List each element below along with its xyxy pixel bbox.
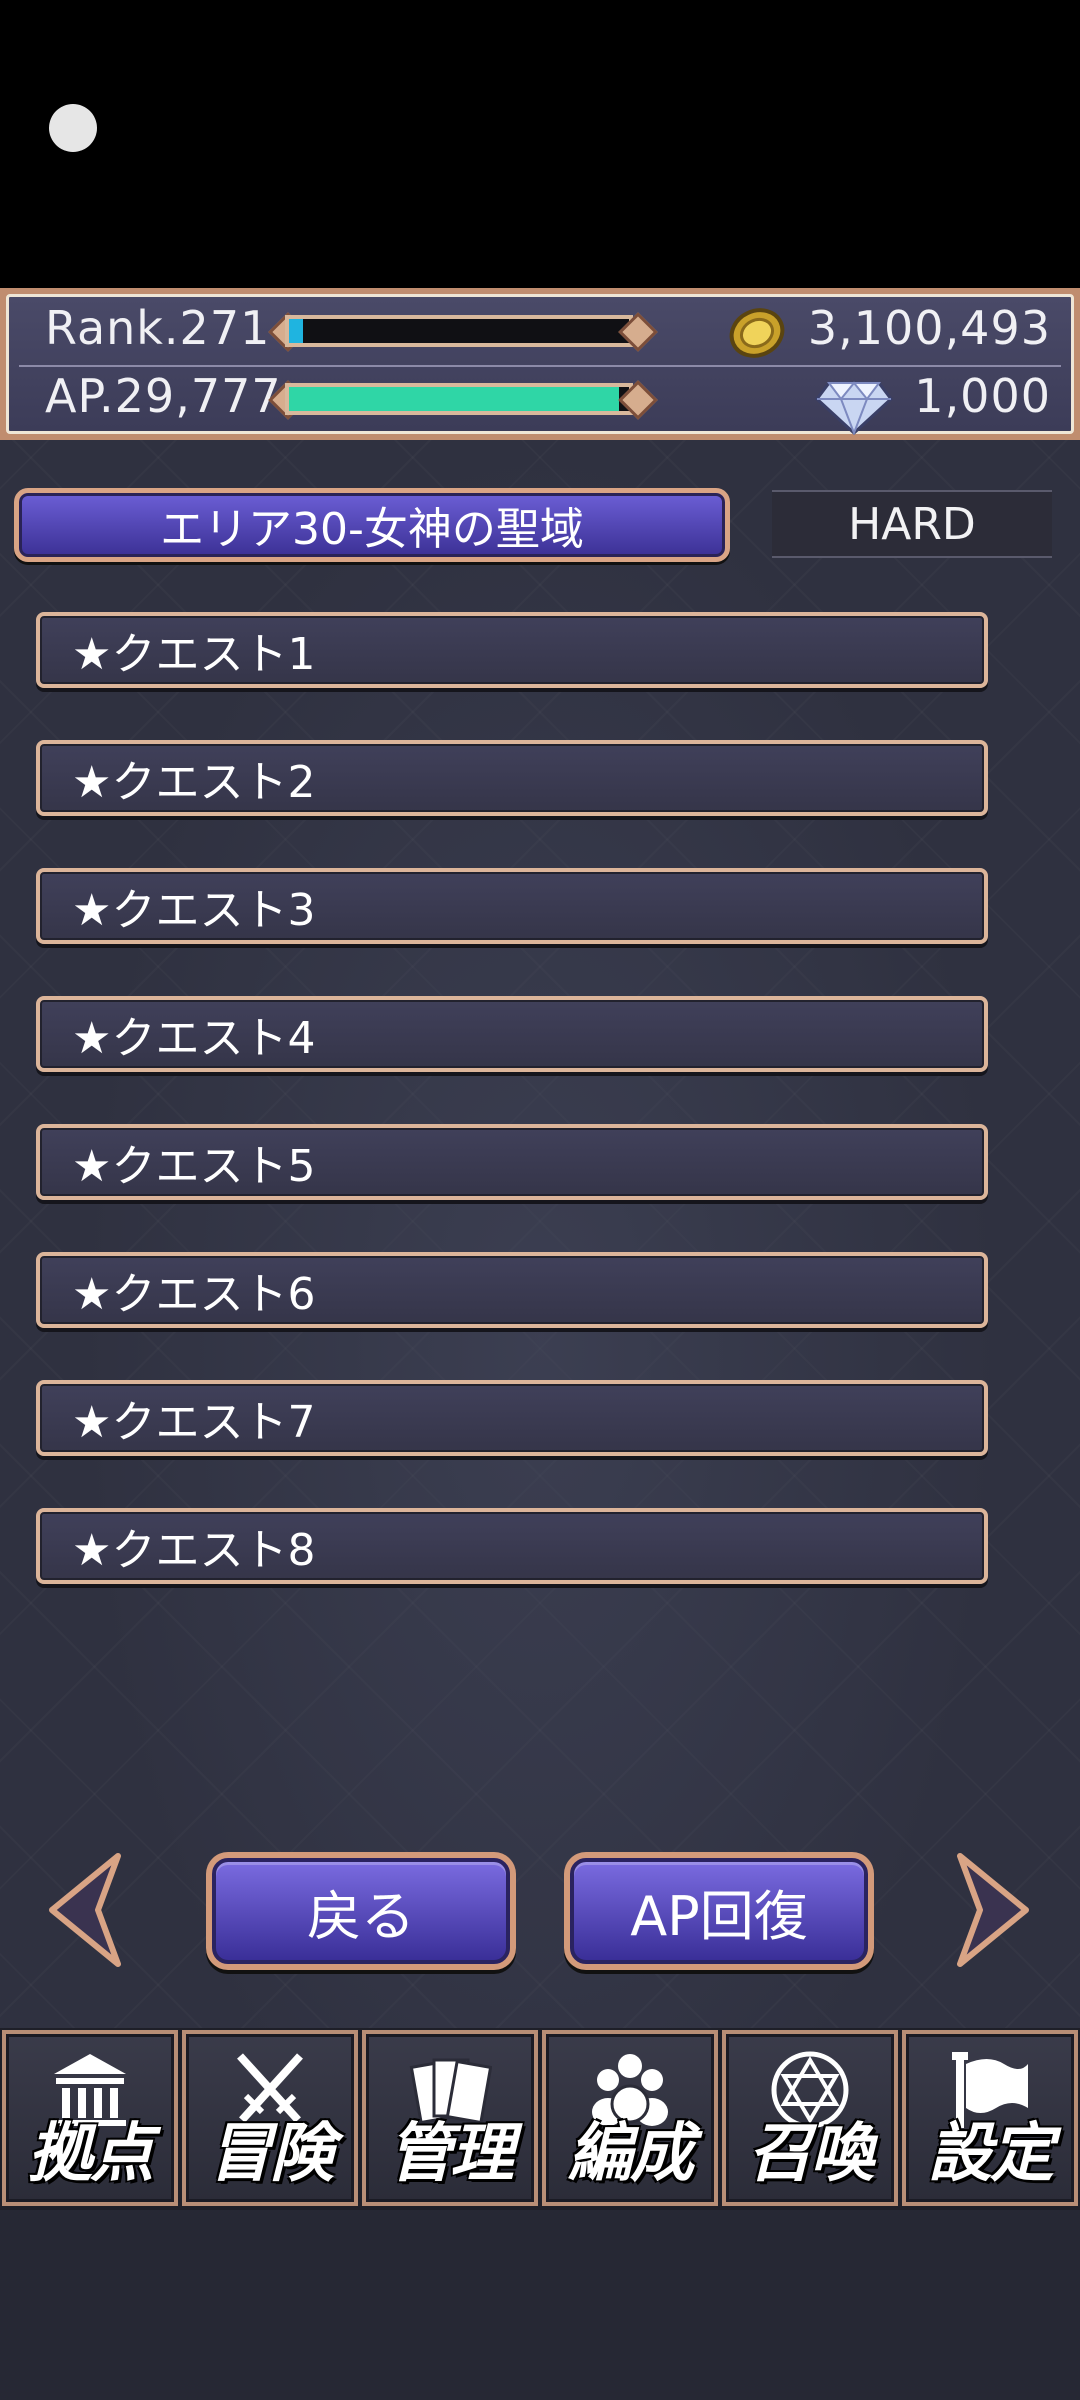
rank-progress-bar <box>271 313 647 349</box>
status-bar <box>0 0 1080 288</box>
player-hud: Rank.271 3,100,493 AP.29,777 1,000 <box>0 288 1080 440</box>
quest-item-6[interactable]: ★クエスト6 <box>36 1252 988 1328</box>
nav-summon[interactable]: 召喚 <box>722 2030 898 2206</box>
area-title: エリア30-女神の聖域 <box>14 488 730 562</box>
bottom-navigation: 拠点 冒険 管理 編成 召喚 設定 <box>0 2028 1080 2210</box>
gem-amount: 1,000 <box>914 369 1051 423</box>
ap-progress-fill <box>289 387 619 411</box>
nav-manage[interactable]: 管理 <box>362 2030 538 2206</box>
nav-label: 編成 <box>568 2117 694 2191</box>
nav-formation[interactable]: 編成 <box>542 2030 718 2206</box>
nav-label: 冒険 <box>208 2117 334 2191</box>
ap-progress-bar <box>271 381 647 417</box>
quest-item-7[interactable]: ★クエスト7 <box>36 1380 988 1456</box>
rank-progress-fill <box>289 319 303 343</box>
ap-label: AP.29,777 <box>45 369 282 423</box>
nav-label: 召喚 <box>748 2117 874 2191</box>
diamond-icon <box>815 381 893 435</box>
quest-item-3[interactable]: ★クエスト3 <box>36 868 988 944</box>
next-page-arrow-icon[interactable] <box>950 1852 1030 1968</box>
nav-adventure[interactable]: 冒険 <box>182 2030 358 2206</box>
quest-item-4[interactable]: ★クエスト4 <box>36 996 988 1072</box>
ap-recover-button-label: AP回復 <box>570 1858 868 1964</box>
difficulty-label[interactable]: HARD <box>772 490 1052 558</box>
nav-label: 設定 <box>928 2117 1054 2191</box>
nav-label: 拠点 <box>28 2117 154 2191</box>
nav-settings[interactable]: 設定 <box>902 2030 1078 2206</box>
nav-base[interactable]: 拠点 <box>2 2030 178 2206</box>
gold-amount: 3,100,493 <box>807 301 1051 355</box>
ap-recover-button[interactable]: AP回復 <box>564 1852 874 1970</box>
back-button-label: 戻る <box>212 1858 510 1964</box>
quest-item-8[interactable]: ★クエスト8 <box>36 1508 988 1584</box>
game-screen: Rank.271 3,100,493 AP.29,777 1,000 エリア30… <box>0 288 1080 2210</box>
quest-item-2[interactable]: ★クエスト2 <box>36 740 988 816</box>
back-button[interactable]: 戻る <box>206 1852 516 1970</box>
hud-divider <box>19 365 1061 367</box>
nav-label: 管理 <box>388 2117 514 2191</box>
rank-label: Rank.271 <box>45 301 271 355</box>
previous-page-arrow-icon[interactable] <box>48 1852 128 1968</box>
quest-item-1[interactable]: ★クエスト1 <box>36 612 988 688</box>
quest-item-5[interactable]: ★クエスト5 <box>36 1124 988 1200</box>
gold-coin-icon <box>729 308 785 358</box>
camera-cutout <box>49 104 97 152</box>
bottom-empty-area <box>0 2210 1080 2400</box>
